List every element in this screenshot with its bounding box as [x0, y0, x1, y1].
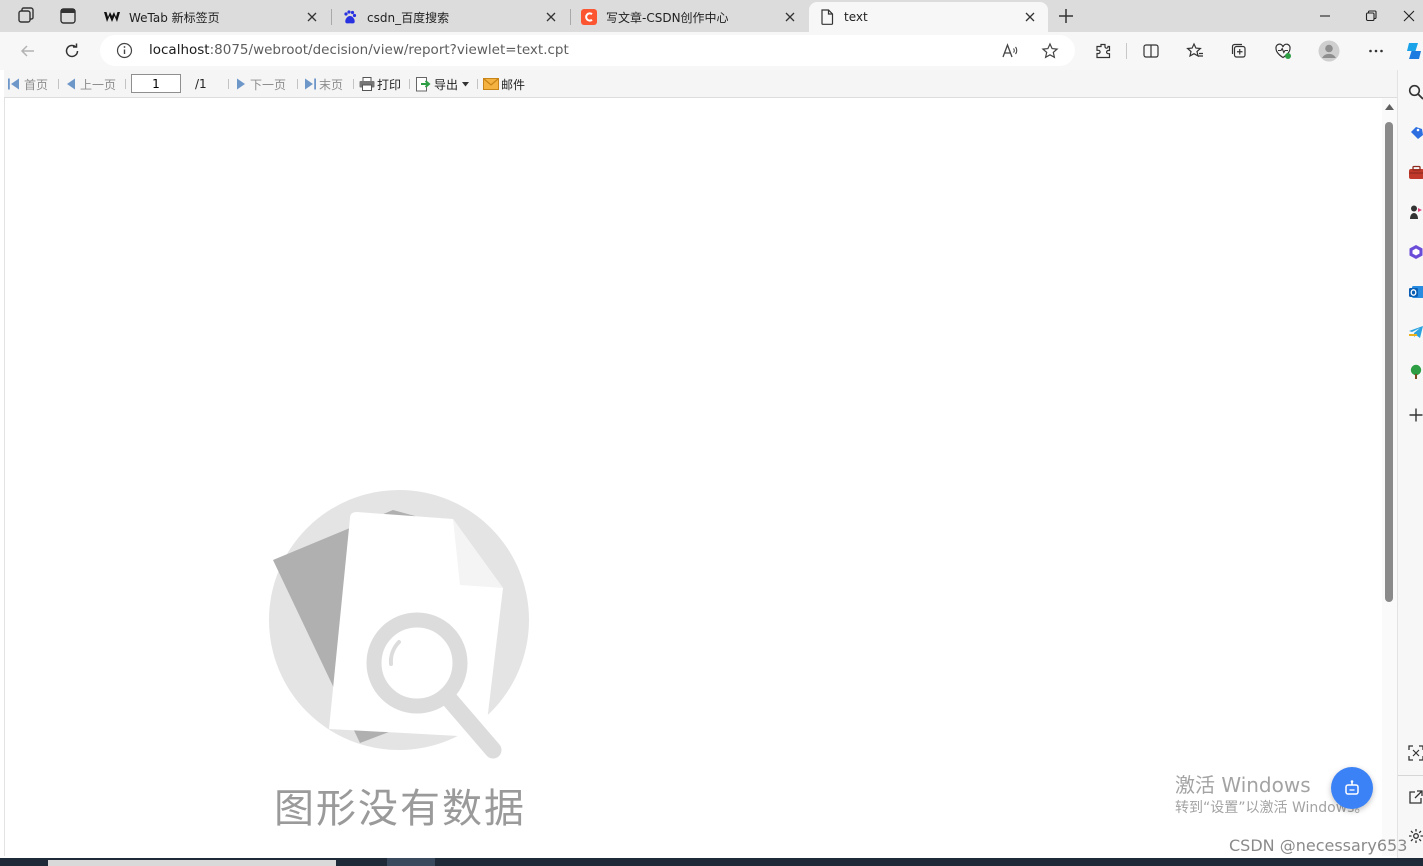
prev-page-label: 上一页	[80, 77, 117, 92]
assistant-fab-button[interactable]	[1331, 767, 1373, 809]
page-favicon	[819, 9, 835, 25]
toolbar-separator	[125, 79, 126, 89]
search-icon[interactable]	[1408, 84, 1423, 100]
refresh-icon[interactable]	[59, 39, 85, 63]
toolbar-separator	[58, 79, 59, 89]
tab-title: csdn_百度搜索	[367, 10, 450, 25]
tab-wetab[interactable]: WeTab 新标签页	[94, 2, 330, 32]
favorite-star-icon[interactable]	[1039, 40, 1061, 62]
robot-icon	[1345, 780, 1359, 795]
close-icon[interactable]	[1022, 9, 1038, 25]
printer-icon	[359, 77, 375, 91]
csdn-watermark: CSDN @necessary653	[1229, 836, 1408, 855]
csdn-favicon	[581, 9, 597, 25]
new-tab-icon[interactable]	[1056, 6, 1076, 26]
scrollbar-thumb[interactable]	[1385, 122, 1393, 602]
last-page-button[interactable]: 末页	[304, 76, 343, 92]
sidebar-divider	[1398, 775, 1423, 776]
taskbar-strip	[0, 858, 1423, 866]
restore-icon[interactable]	[1348, 0, 1394, 32]
close-icon[interactable]	[543, 9, 559, 25]
email-label: 邮件	[501, 77, 526, 92]
telegram-icon[interactable]	[1408, 324, 1423, 340]
tools-icon[interactable]	[1408, 164, 1423, 180]
collections-icon[interactable]	[1227, 39, 1251, 63]
close-icon[interactable]	[782, 9, 798, 25]
taskbar-item[interactable]	[48, 860, 336, 866]
toolbar-divider	[1126, 43, 1127, 59]
tree-icon[interactable]	[1408, 364, 1423, 380]
close-window-icon[interactable]	[1394, 0, 1423, 32]
chevron-down-icon	[462, 81, 470, 86]
extensions-icon[interactable]	[1091, 39, 1115, 63]
minimize-icon[interactable]	[1302, 0, 1348, 32]
tab-actions-icon[interactable]	[58, 6, 78, 26]
close-icon[interactable]	[304, 9, 320, 25]
navigation-bar: localhost:8075/webroot/decision/view/rep…	[0, 32, 1423, 70]
url-host: localhost	[149, 42, 210, 58]
print-label: 打印	[377, 77, 402, 92]
first-page-label: 首页	[24, 77, 49, 92]
toolbar-separator	[477, 79, 478, 89]
tab-title: text	[844, 10, 868, 24]
tab-title: WeTab 新标签页	[129, 10, 220, 25]
tab-text[interactable]: text	[809, 2, 1048, 32]
scroll-up-icon[interactable]	[1385, 104, 1394, 110]
first-page-icon	[8, 78, 19, 90]
first-page-button[interactable]: 首页	[8, 76, 48, 92]
taskbar-item[interactable]	[387, 858, 435, 866]
next-page-icon	[237, 78, 245, 90]
toolbar-separator	[228, 79, 229, 89]
mail-icon	[483, 78, 499, 90]
no-data-illustration	[269, 490, 529, 759]
url-path: :8075/webroot/decision/view/report?viewl…	[209, 42, 569, 58]
print-button[interactable]: 打印	[359, 76, 401, 92]
tab-baidu[interactable]: csdn_百度搜索	[332, 2, 569, 32]
browser-essentials-icon[interactable]	[1271, 39, 1295, 63]
prev-page-icon	[67, 78, 75, 90]
office-icon[interactable]	[1408, 244, 1423, 260]
email-button[interactable]: 邮件	[483, 76, 525, 92]
more-icon[interactable]	[1364, 39, 1388, 63]
tab-strip: WeTab 新标签页 csdn_百度搜索 写文章-CSDN创作中心 text	[0, 0, 1423, 32]
plus-icon[interactable]	[1408, 407, 1423, 423]
edge-sidebar	[1397, 70, 1423, 866]
split-screen-icon[interactable]	[1139, 39, 1163, 63]
baidu-favicon	[342, 9, 358, 25]
report-canvas	[4, 98, 1382, 856]
copilot-icon[interactable]	[1404, 39, 1423, 63]
page-total: /1	[195, 77, 207, 91]
games-icon[interactable]	[1408, 204, 1423, 220]
favorites-icon[interactable]	[1183, 39, 1207, 63]
back-icon[interactable]	[15, 39, 41, 63]
tab-csdn[interactable]: 写文章-CSDN创作中心	[571, 2, 808, 32]
report-toolbar: 首页 上一页 /1 下一页 末页 打印 导出 邮件	[4, 70, 1397, 98]
next-page-button[interactable]: 下一页	[236, 76, 286, 92]
last-page-label: 末页	[319, 77, 344, 92]
tab-title: 写文章-CSDN创作中心	[606, 10, 729, 25]
next-page-label: 下一页	[250, 77, 287, 92]
info-icon[interactable]	[116, 42, 133, 62]
wetab-favicon	[104, 9, 120, 25]
no-data-text: 图形没有数据	[274, 786, 526, 832]
url-text[interactable]: localhost:8075/webroot/decision/view/rep…	[149, 35, 569, 66]
outlook-icon[interactable]	[1408, 284, 1423, 300]
profile-avatar[interactable]	[1317, 39, 1341, 63]
toolbar-separator	[409, 79, 410, 89]
page-number-input[interactable]	[131, 74, 181, 93]
toolbar-separator	[297, 79, 298, 89]
screenshot-icon[interactable]	[1408, 745, 1423, 761]
export-icon	[416, 76, 431, 91]
workspaces-icon[interactable]	[16, 6, 36, 26]
toolbar-separator	[353, 79, 354, 89]
last-page-icon	[305, 78, 316, 90]
address-bar[interactable]: localhost:8075/webroot/decision/view/rep…	[100, 35, 1075, 66]
shopping-icon[interactable]	[1408, 124, 1423, 140]
read-aloud-icon[interactable]	[999, 40, 1021, 62]
settings-icon[interactable]	[1408, 828, 1423, 844]
open-external-icon[interactable]	[1408, 789, 1423, 805]
export-label: 导出	[434, 77, 459, 92]
prev-page-button[interactable]: 上一页	[66, 76, 116, 92]
export-button[interactable]: 导出	[416, 76, 470, 92]
